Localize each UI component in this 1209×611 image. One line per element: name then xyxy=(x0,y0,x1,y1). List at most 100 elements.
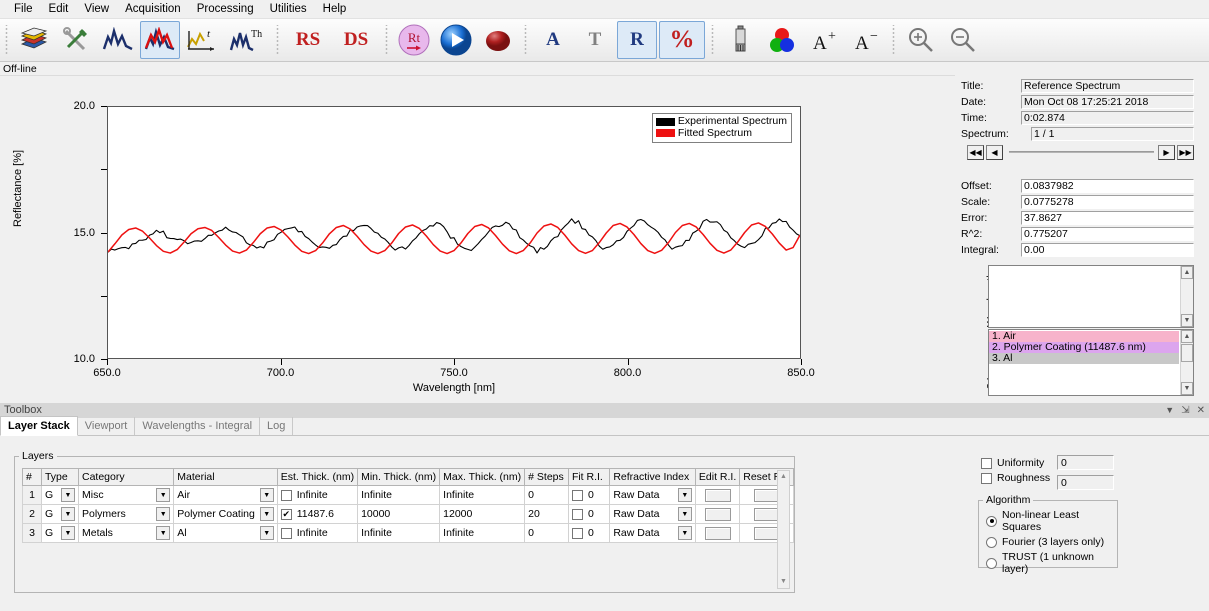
play-button[interactable] xyxy=(436,21,476,59)
chevron-down-icon[interactable]: ▼ xyxy=(156,526,171,540)
layer-list-item[interactable]: 3. Al xyxy=(989,353,1179,364)
spectrum-thickness-icon[interactable]: Th xyxy=(224,21,270,59)
layer-list-item[interactable]: 2. Polymer Coating (11487.6 nm) xyxy=(989,342,1179,353)
reset-ri-button[interactable] xyxy=(753,488,780,502)
menu-item-file[interactable]: File xyxy=(6,1,41,17)
column-header[interactable]: Est. Thick. (nm) xyxy=(276,468,359,486)
max-thickness-cell[interactable]: Infinite xyxy=(439,523,526,543)
column-header[interactable]: Material xyxy=(173,468,278,486)
roughness-value-field[interactable]: 0 xyxy=(1057,475,1114,490)
table-row[interactable]: 2 G ▼ Polymers ▼ Polymer Coating ▼ ✔ 11487.6 1000… xyxy=(22,504,794,524)
table-row[interactable]: 3 G ▼ Metals ▼ Al ▼ Infinite Infinite Infinite 0 0 R… xyxy=(22,523,794,543)
material-cell[interactable]: Polymer Coating ▼ xyxy=(173,504,278,524)
est-thickness-cell[interactable]: Infinite xyxy=(276,523,359,543)
steps-cell[interactable]: 0 xyxy=(524,523,569,543)
refractive-index-cell[interactable]: Raw Data ▼ xyxy=(609,523,696,543)
chevron-down-icon[interactable]: ▼ xyxy=(60,526,75,540)
absorbance-button[interactable]: A xyxy=(533,21,573,59)
steps-cell[interactable]: 0 xyxy=(524,485,569,505)
algorithm-option-trust[interactable]: TRUST (1 unknown layer) xyxy=(986,551,1117,575)
reset-ri-button[interactable] xyxy=(753,526,780,540)
column-header[interactable]: Min. Thick. (nm) xyxy=(357,468,441,486)
fit-ri-checkbox[interactable] xyxy=(571,489,583,501)
layers-list[interactable]: 1. Air 2. Polymer Coating (11487.6 nm) 3. … xyxy=(988,329,1194,396)
algorithm-option-fourier[interactable]: Fourier (3 layers only) xyxy=(986,536,1117,548)
close-icon[interactable]: ✕ xyxy=(1197,403,1205,418)
scroll-down-icon[interactable]: ▼ xyxy=(1181,314,1193,327)
transmittance-button[interactable]: T xyxy=(575,21,615,59)
steps-cell[interactable]: 20 xyxy=(524,504,569,524)
fit-ri-cell[interactable]: 0 xyxy=(567,485,611,505)
ds-button[interactable]: DS xyxy=(333,21,379,59)
info-value[interactable]: Reference Spectrum xyxy=(1021,78,1194,93)
edit-ri-button-cell[interactable] xyxy=(694,523,741,543)
fit-ri-checkbox[interactable] xyxy=(571,508,583,520)
est-thickness-checkbox[interactable] xyxy=(280,527,292,539)
edit-ri-button[interactable] xyxy=(704,526,731,540)
max-thickness-cell[interactable]: 12000 xyxy=(439,504,526,524)
fit-ri-cell[interactable]: 0 xyxy=(567,523,611,543)
category-cell[interactable]: Metals ▼ xyxy=(77,523,175,543)
color-button[interactable] xyxy=(762,21,802,59)
column-header[interactable]: Type xyxy=(40,468,79,486)
font-increase-button[interactable]: A + xyxy=(804,21,844,59)
info-value[interactable]: 0:02.874 xyxy=(1021,110,1194,125)
max-thickness-cell[interactable]: Infinite xyxy=(439,485,526,505)
column-header[interactable]: Refractive Index xyxy=(609,468,696,486)
chevron-down-icon[interactable]: ▼ xyxy=(677,507,692,521)
column-header[interactable]: Fit R.I. xyxy=(567,468,611,486)
reflectance-button[interactable]: R xyxy=(617,21,657,59)
tab-viewport[interactable]: Viewport xyxy=(78,417,136,435)
toolbar-grip-2[interactable] xyxy=(274,25,281,55)
row-index[interactable]: 2 xyxy=(22,504,42,524)
pin-icon[interactable]: ⇲ xyxy=(1181,403,1189,418)
category-cell[interactable]: Polymers ▼ xyxy=(77,504,175,524)
menu-item-view[interactable]: View xyxy=(76,1,117,17)
column-header[interactable]: Max. Thick. (nm) xyxy=(439,468,526,486)
chevron-down-icon[interactable]: ▼ xyxy=(156,507,171,521)
category-cell[interactable]: Misc ▼ xyxy=(77,485,175,505)
previous-spectrum-button[interactable]: ◀ xyxy=(986,144,1003,160)
column-header[interactable]: # Steps xyxy=(524,468,569,486)
edit-ri-button[interactable] xyxy=(704,507,731,521)
last-spectrum-button[interactable]: ▶▶ xyxy=(1177,144,1194,160)
refractive-index-cell[interactable]: Raw Data ▼ xyxy=(609,504,696,524)
material-cell[interactable]: Al ▼ xyxy=(173,523,278,543)
reset-ri-button[interactable] xyxy=(753,507,780,521)
scroll-up-icon-2[interactable]: ▲ xyxy=(1181,330,1193,343)
spectrum-fit-icon[interactable] xyxy=(140,21,180,59)
type-cell[interactable]: G ▼ xyxy=(40,504,79,524)
min-thickness-cell[interactable]: Infinite xyxy=(357,485,441,505)
chevron-down-icon[interactable]: ▼ xyxy=(259,507,274,521)
lamp-button[interactable] xyxy=(720,21,760,59)
books-stack-icon[interactable] xyxy=(14,21,54,59)
uniformity-checkbox[interactable] xyxy=(981,457,992,469)
results-value[interactable]: 0.00 xyxy=(1021,242,1194,257)
font-decrease-button[interactable]: A − xyxy=(846,21,886,59)
results-value[interactable]: 0.0837982 xyxy=(1021,178,1194,193)
layers-scrollbar[interactable]: ▲ ▼ xyxy=(1180,330,1193,395)
nlls-radio[interactable] xyxy=(986,515,997,527)
type-cell[interactable]: G ▼ xyxy=(40,485,79,505)
tab-layer-stack[interactable]: Layer Stack xyxy=(0,416,78,436)
column-header[interactable]: Edit R.I. xyxy=(694,468,741,486)
next-spectrum-button[interactable]: ▶ xyxy=(1158,144,1175,160)
chevron-down-icon[interactable]: ▼ xyxy=(259,526,274,540)
zoom-out-button[interactable] xyxy=(943,21,983,59)
column-header[interactable]: Category xyxy=(77,468,175,486)
toolbar-grip[interactable] xyxy=(3,25,10,55)
scroll-down-icon-3[interactable]: ▼ xyxy=(778,576,789,588)
spectrum-time-icon[interactable]: t xyxy=(182,21,222,59)
trust-radio[interactable] xyxy=(986,557,997,569)
est-thickness-cell[interactable]: Infinite xyxy=(276,485,359,505)
edit-ri-button-cell[interactable] xyxy=(694,485,741,505)
stop-button[interactable] xyxy=(478,21,518,59)
fit-ri-cell[interactable]: 0 xyxy=(567,504,611,524)
edit-ri-button[interactable] xyxy=(704,488,731,502)
toolbar-grip-6[interactable] xyxy=(890,25,897,55)
info-value[interactable]: 1 / 1 xyxy=(1031,126,1194,141)
tab-wavelengths-integral[interactable]: Wavelengths - Integral xyxy=(135,417,261,435)
menu-item-utilities[interactable]: Utilities xyxy=(262,1,315,17)
wavelengths-scrollbar[interactable]: ▲ ▼ xyxy=(1180,266,1193,327)
rs-button[interactable]: RS xyxy=(285,21,331,59)
